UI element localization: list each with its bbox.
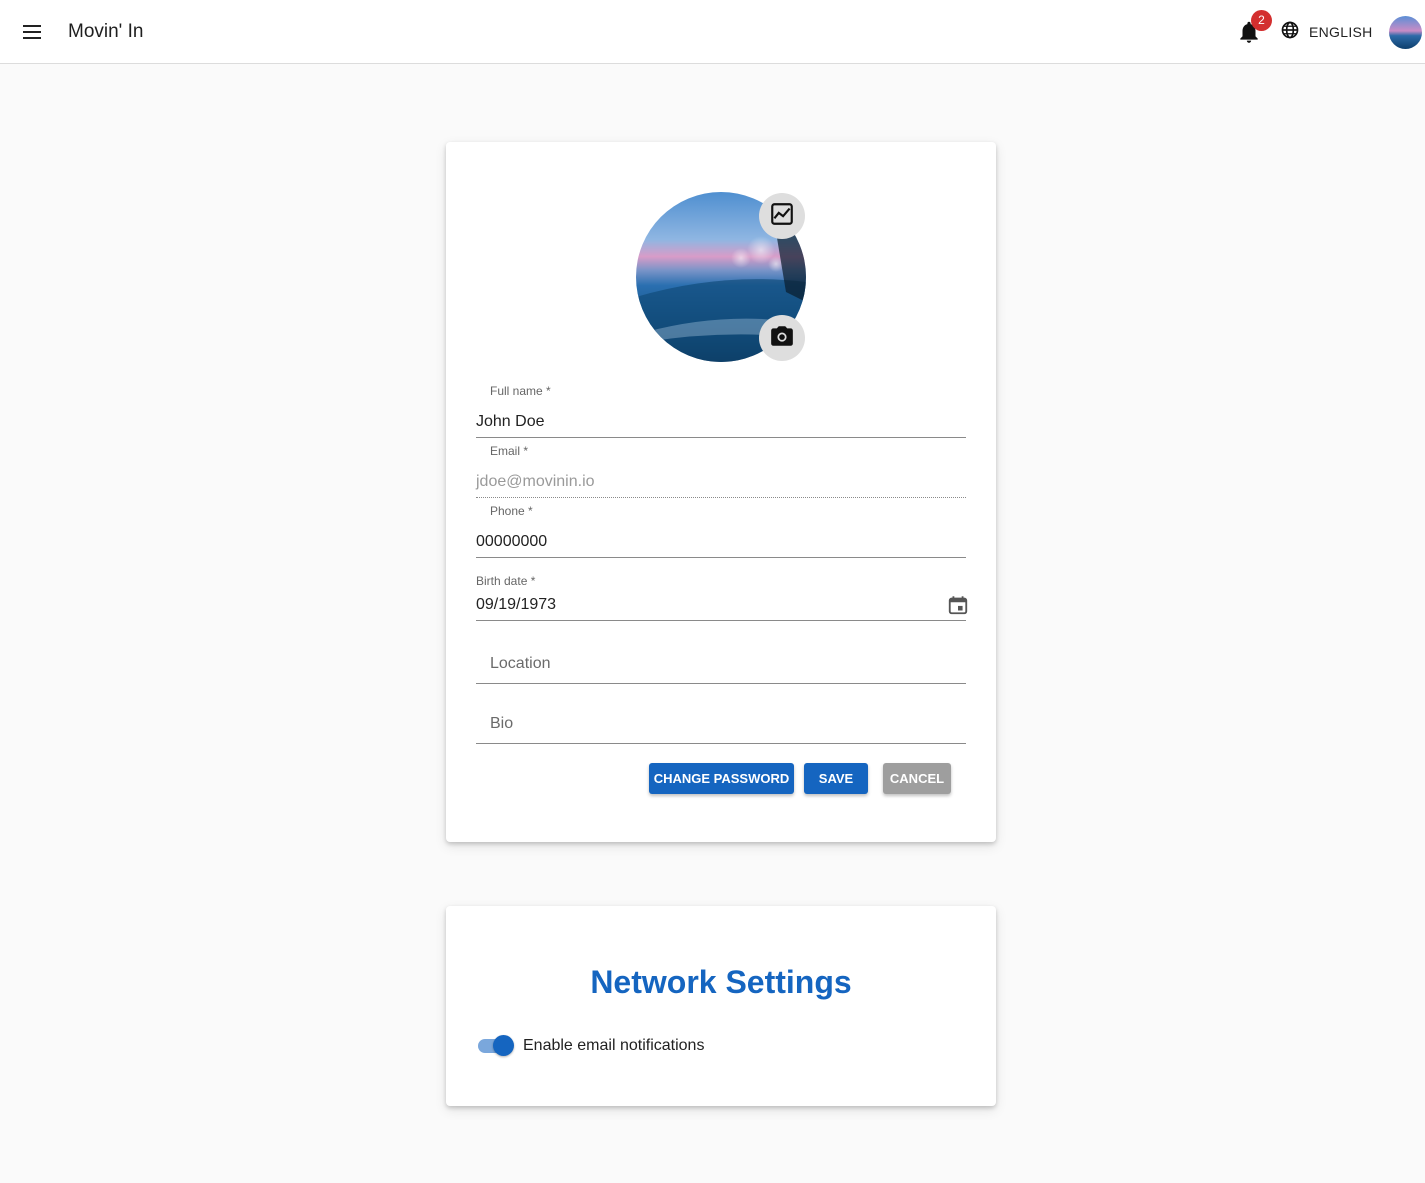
email-notifications-toggle[interactable] [476,1034,516,1058]
language-label: ENGLISH [1309,24,1373,40]
language-button[interactable]: ENGLISH [1280,20,1373,44]
full-name-value[interactable]: John Doe [476,413,545,431]
bio-field[interactable]: Bio [476,702,966,744]
profile-card: Full name * John Doe Email * jdoe@movini… [446,142,996,842]
notification-badge: 2 [1251,10,1272,31]
email-label: Email * [490,444,529,458]
email-value: jdoe@movinin.io [476,473,595,490]
full-name-field[interactable]: Full name * John Doe [476,382,966,438]
full-name-label: Full name * [490,384,551,398]
network-settings-card: Network Settings Enable email notificati… [446,906,996,1106]
menu-icon[interactable] [20,20,44,44]
phone-field[interactable]: Phone * 00000000 [476,502,966,558]
birth-date-label: Birth date * [476,574,536,588]
take-photo-button[interactable] [759,315,805,361]
image-icon [769,201,795,232]
location-placeholder: Location [490,655,551,672]
change-password-button[interactable]: CHANGE PASSWORD [649,763,794,794]
cancel-button[interactable]: CANCEL [883,763,951,794]
globe-icon [1280,20,1300,45]
bio-placeholder: Bio [490,715,514,732]
phone-value[interactable]: 00000000 [476,533,547,551]
birth-date-field[interactable]: Birth date * 09/19/1973 [476,572,969,622]
birth-date-value[interactable]: 09/19/1973 [476,596,556,614]
location-field[interactable]: Location [476,642,966,684]
camera-icon [769,323,795,354]
email-notifications-label[interactable]: Enable email notifications [523,1037,704,1055]
phone-label: Phone * [490,504,533,518]
top-app-bar: Movin' In 2 ENGLISH [0,0,1425,64]
calendar-icon[interactable] [947,594,969,616]
upload-image-button[interactable] [759,193,805,239]
save-button[interactable]: SAVE [804,763,868,794]
app-title: Movin' In [68,21,144,42]
user-avatar[interactable] [1389,16,1422,49]
email-field: Email * jdoe@movinin.io [476,442,966,498]
network-settings-title: Network Settings [590,964,852,1000]
